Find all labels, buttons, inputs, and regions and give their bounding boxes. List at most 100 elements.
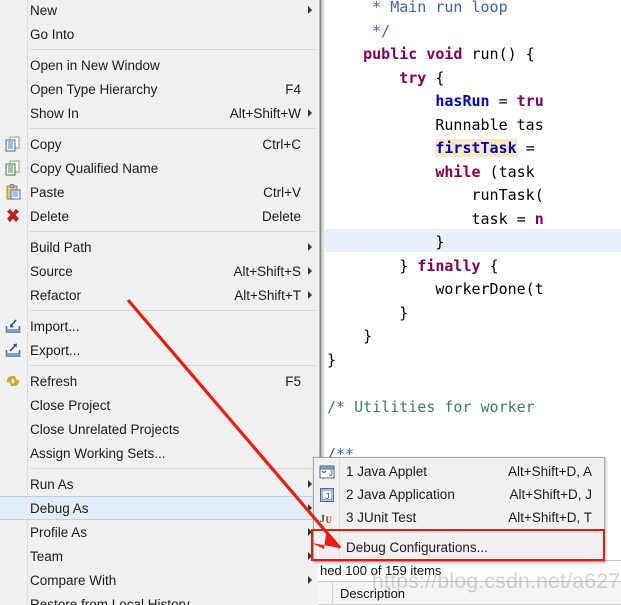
code-line: hasRun = tru xyxy=(327,90,544,114)
code-line: firstTask = xyxy=(327,137,544,161)
submenu-arrow-icon xyxy=(308,109,312,117)
menu-item-shortcut: F4 xyxy=(285,81,301,97)
submenu-item-2-java-application[interactable]: J 2 Java Application Alt+Shift+D, J xyxy=(314,483,604,506)
menu-item-shortcut: Alt+Shift+T xyxy=(234,287,301,303)
column-header-description[interactable]: Description xyxy=(340,582,405,605)
submenu-arrow-icon xyxy=(308,504,312,512)
context-menu-item-refresh[interactable]: Refresh F5 xyxy=(0,369,319,393)
submenu-item-debug-configurations[interactable]: Debug Configurations... xyxy=(314,536,604,559)
editor-source-code[interactable]: * Main run loop */ public void run() { t… xyxy=(327,0,544,466)
menu-item-shortcut: Ctrl+V xyxy=(263,184,301,200)
code-line: */ xyxy=(327,20,544,44)
context-menu-item-close-project[interactable]: Close Project xyxy=(0,393,319,417)
menu-item-shortcut: F5 xyxy=(285,373,301,389)
context-menu-item-debug-as[interactable]: Debug As xyxy=(0,496,319,520)
junit-test-icon: JU xyxy=(319,510,336,527)
context-menu-item-show-in[interactable]: Show In Alt+Shift+W xyxy=(0,101,319,125)
menu-item-label: Show In xyxy=(30,105,79,121)
menu-item-label: Go Into xyxy=(30,26,75,42)
submenu-separator xyxy=(342,532,600,533)
code-line: task = n xyxy=(327,208,544,232)
code-token: } xyxy=(327,350,337,369)
context-menu-item-close-unrelated-projects[interactable]: Close Unrelated Projects xyxy=(0,417,319,441)
context-menu-item-profile-as[interactable]: Profile As xyxy=(0,520,319,544)
submenu-item-shortcut: Alt+Shift+D, T xyxy=(508,510,592,525)
code-token: public void xyxy=(363,45,463,63)
code-token: workerDone(t xyxy=(327,280,544,298)
context-menu-item-refactor[interactable]: Refactor Alt+Shift+T xyxy=(0,283,319,307)
menu-item-label: Debug As xyxy=(30,500,89,516)
code-token: n xyxy=(534,209,544,228)
delete-icon xyxy=(5,208,22,225)
paste-icon xyxy=(5,184,22,201)
context-menu-item-copy-qualified-name[interactable]: Copy Qualified Name xyxy=(0,156,319,180)
status-bar: hed 100 of 159 items xyxy=(318,560,621,581)
svg-text:U: U xyxy=(326,515,333,525)
menu-item-label: Refresh xyxy=(30,373,78,389)
menu-item-label: Copy xyxy=(30,136,62,152)
debug-as-submenu[interactable]: J 1 Java Applet Alt+Shift+D, A J 2 Java Appl… xyxy=(313,457,605,562)
menu-item-label: Refactor xyxy=(30,287,82,303)
code-line: runTask( xyxy=(327,184,543,208)
menu-item-label: Assign Working Sets... xyxy=(30,445,166,461)
menu-item-label: Delete xyxy=(30,208,70,224)
code-line: } xyxy=(327,349,544,373)
code-line: /* Utilities for worker xyxy=(327,396,544,420)
submenu-arrow-icon xyxy=(308,267,312,275)
export-icon xyxy=(5,342,22,359)
context-menu[interactable]: New Go Into Open in New Window Open Type Hi… xyxy=(0,0,320,605)
submenu-item-3-junit-test[interactable]: JU 3 JUnit Test Alt+Shift+D, T xyxy=(314,506,604,529)
code-token: } xyxy=(327,303,409,322)
menu-item-shortcut: Delete xyxy=(261,208,301,224)
menu-separator xyxy=(30,468,315,469)
menu-item-shortcut: Ctrl+C xyxy=(262,136,301,152)
context-menu-item-open-in-new-window[interactable]: Open in New Window xyxy=(0,53,319,77)
menu-item-label: Build Path xyxy=(30,239,92,255)
submenu-item-1-java-applet[interactable]: J 1 Java Applet Alt+Shift+D, A xyxy=(314,460,604,483)
code-token: = xyxy=(516,139,544,157)
menu-item-label: Export... xyxy=(30,342,81,358)
context-menu-item-go-into[interactable]: Go Into xyxy=(0,22,319,46)
code-token: } xyxy=(327,256,418,275)
copy-qualified-name-icon xyxy=(5,160,22,177)
code-token: /* Utilities for worker xyxy=(327,397,535,416)
context-menu-item-paste[interactable]: Paste Ctrl+V xyxy=(0,180,319,204)
menu-item-label: Import... xyxy=(30,318,80,334)
menu-separator xyxy=(30,365,315,366)
submenu-items: J 1 Java Applet Alt+Shift+D, A J 2 Java Appl… xyxy=(314,460,604,559)
code-token: tru xyxy=(516,92,544,110)
context-menu-item-import[interactable]: Import... xyxy=(0,314,319,338)
table-header-row[interactable]: Description xyxy=(318,581,621,605)
context-menu-item-run-as[interactable]: Run As xyxy=(0,472,319,496)
context-menu-item-open-type-hierarchy[interactable]: Open Type Hierarchy F4 xyxy=(0,77,319,101)
context-menu-item-delete[interactable]: Delete Delete xyxy=(0,204,319,228)
menu-item-label: New xyxy=(30,2,58,18)
context-menu-item-export[interactable]: Export... xyxy=(0,338,319,362)
code-line: } xyxy=(327,325,544,349)
java-applet-icon: J xyxy=(319,464,336,481)
context-menu-item-new[interactable]: New xyxy=(0,0,319,22)
code-token: hasRun xyxy=(435,92,490,110)
submenu-arrow-icon xyxy=(308,6,312,14)
code-line: Runnable tas xyxy=(327,114,543,138)
menu-item-label: Copy Qualified Name xyxy=(30,160,159,176)
code-line: workerDone(t xyxy=(327,278,544,302)
submenu-arrow-icon xyxy=(308,291,312,299)
submenu-arrow-icon xyxy=(308,528,312,536)
menu-item-label: Run As xyxy=(30,476,74,492)
eclipse-screenshot: * Main run loop */ public void run() { t… xyxy=(0,0,621,605)
menu-item-label: Open Type Hierarchy xyxy=(30,81,158,97)
submenu-item-shortcut: Alt+Shift+D, J xyxy=(509,487,592,502)
menu-separator xyxy=(30,310,315,311)
context-menu-item-source[interactable]: Source Alt+Shift+S xyxy=(0,259,319,283)
context-menu-item-build-path[interactable]: Build Path xyxy=(0,235,319,259)
context-menu-item-copy[interactable]: Copy Ctrl+C xyxy=(0,132,319,156)
svg-text:J: J xyxy=(329,470,334,479)
code-token: { xyxy=(426,68,445,87)
context-menu-item-assign-working-sets[interactable]: Assign Working Sets... xyxy=(0,441,319,465)
code-token: = xyxy=(489,92,517,110)
code-token: { xyxy=(480,256,499,275)
code-line: try { xyxy=(327,67,544,91)
